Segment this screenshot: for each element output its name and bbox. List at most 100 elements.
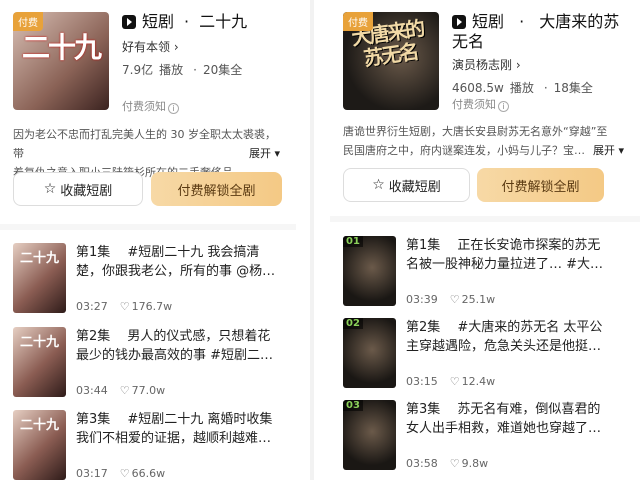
episode-number-badge: 02 — [343, 318, 363, 329]
episode-thumbnail: 03 — [343, 400, 396, 470]
info-icon: i — [498, 101, 509, 112]
unlock-all-button[interactable]: 付费解锁全剧 — [477, 168, 604, 202]
episode-line-2: 我们不相爱的证据，越顺利越难… — [76, 431, 272, 446]
favorite-button[interactable]: ☆ 收藏短剧 — [13, 172, 143, 206]
chevron-right-icon: › — [173, 40, 179, 54]
episode-likes: 12.4w — [461, 375, 496, 388]
heart-icon: ♡ — [119, 300, 130, 313]
episode-likes: 66.6w — [131, 467, 166, 480]
desc-line-2: 民国唐府之中，府内谜案连发，小妈与儿子？宝… — [343, 144, 585, 157]
left-drama-panel: 二十九 付费 短剧 · 二十九 好有本领 › 7.9亿 播放 · 20集全 付费须知 i… — [0, 0, 296, 480]
episode-item[interactable]: 01 第1集 正在长安诡市探案的苏无 名被一股神秘力量拉进了… #大… 03:39… — [343, 236, 626, 306]
episode-total: 18集全 — [553, 81, 593, 95]
title-dot: · — [184, 12, 190, 31]
info-icon: i — [168, 103, 179, 114]
episode-title: 第2集 男人的仪式感，只想着花 最少的钱办最高效的事 #短剧二… — [76, 327, 282, 365]
episode-stats: 03:27 ♡ 176.7w — [76, 300, 184, 313]
section-divider — [0, 224, 296, 230]
episode-line-1: 第1集 #短剧二十九 我会搞清 — [76, 245, 260, 260]
view-count: 7.9亿 — [122, 63, 154, 77]
heart-icon: ♡ — [119, 384, 130, 397]
episode-thumbnail: 二十九 — [13, 327, 66, 397]
drama-title-block: 短剧 · 大唐来的苏 无名 — [452, 12, 619, 52]
episode-duration: 03:27 — [76, 300, 108, 313]
author-link[interactable]: 好有本领 › — [122, 38, 296, 55]
star-icon: ☆ — [372, 177, 385, 193]
drama-description: 因为老公不忠而打乱完美人生的 30 岁全职太太裘裘，带 着复仇之意入职小三陆筱杉… — [13, 125, 280, 179]
episode-line-1: 第3集 苏无名有难，倒似喜君的 — [406, 402, 601, 417]
drama-stats: 7.9亿 播放 · 20集全 — [122, 61, 296, 78]
expand-button[interactable]: 展开 ▾ — [244, 144, 280, 163]
view-label: 播放 — [509, 81, 534, 95]
episode-line-1: 第1集 正在长安诡市探案的苏无 — [406, 238, 601, 253]
heart-icon: ♡ — [449, 375, 460, 388]
drama-description: 唐诡世界衍生短剧，大唐长安县尉苏无名意外“穿越”至 民国唐府之中，府内谜案连发，… — [343, 122, 624, 160]
episode-thumbnail: 01 — [343, 236, 396, 306]
heart-icon: ♡ — [449, 293, 460, 306]
chevron-right-icon: › — [515, 58, 521, 72]
episode-thumbnail: 二十九 — [13, 243, 66, 313]
episode-line-1: 第2集 男人的仪式感，只想着花 — [76, 329, 271, 344]
drama-poster[interactable]: 大唐来的苏无名 付费 — [343, 12, 439, 110]
episode-line-2: 主穿越遇险，危急关头还是他挺… — [406, 339, 602, 354]
episode-line-2: 最少的钱办最高效的事 #短剧二… — [76, 348, 274, 363]
douyin-logo-icon — [452, 15, 466, 29]
favorite-label: 收藏短剧 — [60, 183, 113, 199]
episode-title: 第3集 #短剧二十九 离婚时收集 我们不相爱的证据，越顺利越难… — [76, 410, 282, 448]
episode-item[interactable]: 二十九 第3集 #短剧二十九 离婚时收集 我们不相爱的证据，越顺利越难… 03:1… — [13, 410, 282, 480]
author-link[interactable]: 演员杨志刚 › — [452, 56, 640, 73]
unlock-all-button[interactable]: 付费解锁全剧 — [151, 172, 282, 206]
episode-duration: 03:58 — [406, 457, 438, 470]
author-name: 演员杨志刚 — [452, 58, 513, 72]
episode-item[interactable]: 02 第2集 #大唐来的苏无名 太平公 主穿越遇险，危急关头还是他挺… 03:15… — [343, 318, 626, 388]
episode-line-2: 楚，你跟我老公，所有的事 @杨… — [76, 264, 276, 279]
episode-likes: 77.0w — [131, 384, 166, 397]
drama-poster[interactable]: 二十九 付费 — [13, 12, 109, 110]
episode-number-badge: 01 — [343, 236, 363, 247]
episode-line-2: 女人出手相救，难道她也穿越了… — [406, 421, 602, 436]
episode-thumbnail: 02 — [343, 318, 396, 388]
paid-badge: 付费 — [13, 12, 43, 31]
episode-likes: 176.7w — [131, 300, 173, 313]
episode-duration: 03:15 — [406, 375, 438, 388]
episode-duration: 03:17 — [76, 467, 108, 480]
douyin-logo-icon — [122, 15, 136, 29]
drama-title-text: 二十九 — [199, 12, 248, 31]
poster-title-text: 二十九 — [21, 31, 102, 64]
paid-badge: 付费 — [343, 12, 373, 31]
episode-line-1: 第3集 #短剧二十九 离婚时收集 — [76, 412, 273, 427]
episode-stats: 03:15 ♡ 12.4w — [406, 375, 507, 388]
episode-item[interactable]: 03 第3集 苏无名有难，倒似喜君的 女人出手相救，难道她也穿越了… 03:58 ♡… — [343, 400, 626, 470]
drama-title: 短剧 · 大唐来的苏 无名 — [452, 12, 640, 52]
episode-stats: 03:58 ♡ 9.8w — [406, 457, 500, 470]
unlock-label: 付费解锁全剧 — [501, 179, 580, 195]
stat-dot: · — [543, 81, 548, 95]
episode-stats: 03:39 ♡ 25.1w — [406, 293, 507, 306]
drama-meta: 短剧 · 大唐来的苏 无名 演员杨志刚 › 4608.5w 播放 · 18集全 — [452, 12, 640, 96]
episode-duration: 03:44 — [76, 384, 108, 397]
drama-category: 短剧 — [472, 12, 505, 31]
drama-stats: 4608.5w 播放 · 18集全 — [452, 79, 640, 96]
episode-likes: 25.1w — [461, 293, 496, 306]
payment-notice[interactable]: 付费须知 i — [452, 96, 509, 112]
view-label: 播放 — [159, 63, 184, 77]
episode-title: 第1集 #短剧二十九 我会搞清楚，你跟我老公，所有的事 @杨… — [76, 243, 282, 281]
expand-button[interactable]: 展开 ▾ — [588, 141, 624, 160]
favorite-button[interactable]: ☆ 收藏短剧 — [343, 168, 470, 202]
payment-notice[interactable]: 付费须知 i — [122, 98, 179, 114]
drama-header: 大唐来的苏无名 付费 短剧 · 大唐来的苏 无名 演员杨志刚 › 4608.5w… — [343, 12, 640, 120]
payment-notice-label: 付费须知 — [452, 98, 496, 111]
thumb-title: 二十九 — [19, 418, 59, 433]
episode-line-1: 第2集 #大唐来的苏无名 太平公 — [406, 320, 603, 335]
drama-title-text-2: 无名 — [452, 32, 485, 51]
desc-line-1: 唐诡世界衍生短剧，大唐长安县尉苏无名意外“穿越”至 — [343, 125, 608, 138]
episode-item[interactable]: 二十九 第1集 #短剧二十九 我会搞清楚，你跟我老公，所有的事 @杨… 03:2… — [13, 243, 282, 313]
payment-notice-label: 付费须知 — [122, 100, 166, 113]
episode-title: 第1集 正在长安诡市探案的苏无 名被一股神秘力量拉进了… #大… — [406, 236, 626, 274]
episode-title: 第2集 #大唐来的苏无名 太平公 主穿越遇险，危急关头还是他挺… — [406, 318, 626, 356]
episode-likes: 9.8w — [461, 457, 489, 470]
episode-item[interactable]: 二十九 第2集 男人的仪式感，只想着花 最少的钱办最高效的事 #短剧二… 03:4… — [13, 327, 282, 397]
episode-duration: 03:39 — [406, 293, 438, 306]
drama-title: 短剧 · 二十九 — [122, 12, 296, 32]
title-dot: · — [519, 12, 525, 31]
